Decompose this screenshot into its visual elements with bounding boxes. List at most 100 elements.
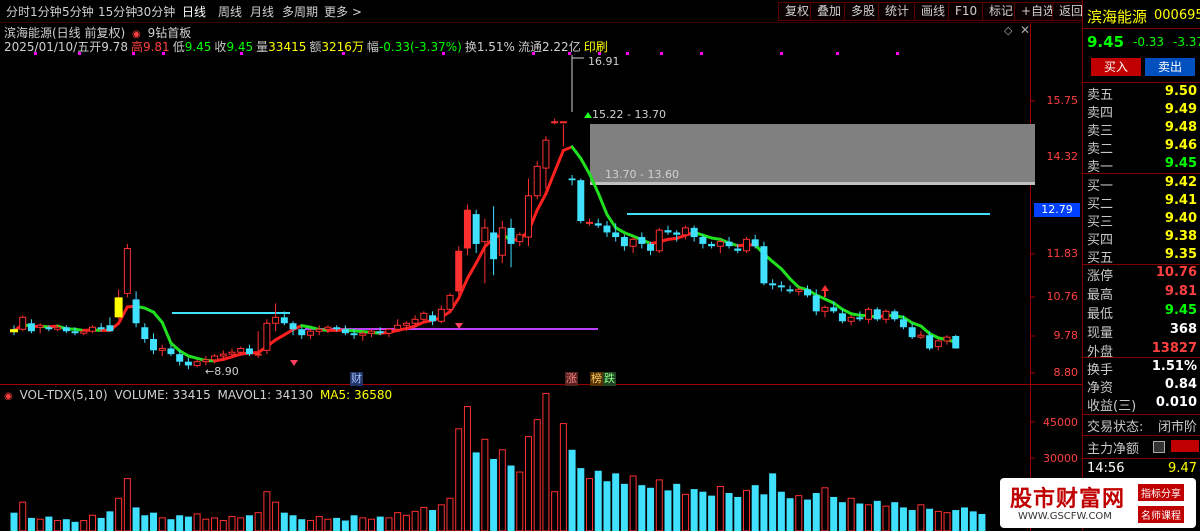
volume-bar — [289, 515, 297, 531]
signal-candle — [114, 297, 123, 318]
volume-bar — [978, 513, 986, 531]
candle-body — [838, 313, 846, 322]
candle-body — [429, 315, 437, 322]
float-value: 2.22亿 — [541, 40, 581, 54]
diamond-icon[interactable]: ◇ — [1004, 24, 1012, 37]
tab-6[interactable]: 周线 — [218, 3, 242, 20]
candle-body — [402, 322, 410, 326]
limit-down-marker[interactable]: 跌 — [603, 372, 616, 386]
candle-body — [812, 295, 820, 312]
toolbar-button-4[interactable]: 画线 — [914, 2, 953, 21]
candle-body — [341, 329, 349, 334]
net-flow-row[interactable]: 主力净额 — [1087, 438, 1199, 457]
tab-1[interactable]: 1分钟 — [30, 3, 62, 20]
net-flow-icon[interactable] — [1153, 441, 1165, 453]
candle-body — [943, 336, 951, 342]
toolbar-button-2[interactable]: 多股 — [844, 2, 883, 21]
candle-body — [559, 121, 567, 124]
tick-time: 14:56 — [1087, 461, 1125, 476]
ask-row: 卖五 9.50 — [1087, 84, 1199, 103]
volume-bar — [10, 512, 18, 531]
candle-body — [655, 229, 663, 252]
panel-stock-code: 000695 — [1154, 8, 1200, 23]
candle-body — [603, 225, 611, 233]
volume-bar — [786, 498, 794, 531]
vol-axis-30000: 30000 — [1043, 452, 1078, 465]
volume-bar — [891, 502, 899, 531]
tab-5[interactable]: 日线 — [182, 3, 206, 20]
ask-row: 卖四 9.49 — [1087, 102, 1199, 121]
candle-body — [777, 285, 785, 288]
volume-bar — [97, 517, 105, 531]
stat2-row-value: 0.84 — [1164, 377, 1197, 392]
volume-bar — [908, 510, 916, 531]
candle-body — [551, 121, 559, 124]
signal-dot — [626, 52, 629, 55]
candle-body — [27, 323, 35, 332]
limit-up-marker[interactable]: 涨 — [565, 372, 578, 386]
tab-2[interactable]: 5分钟 — [62, 3, 94, 20]
signal-dot — [700, 52, 703, 55]
candle-body — [742, 238, 750, 252]
bid-row: 买四 9.38 — [1087, 229, 1199, 248]
candle-body — [463, 209, 471, 249]
candle-body — [150, 339, 158, 351]
sector-tag[interactable]: 印刷 — [584, 40, 608, 54]
candle-body — [586, 221, 594, 224]
volume-bar — [594, 470, 602, 531]
stat2-row-label: 换手 — [1087, 363, 1114, 378]
candle-body — [577, 180, 585, 221]
tab-7[interactable]: 月线 — [250, 3, 274, 20]
high-annotation: 16.91 — [588, 55, 620, 68]
candle-body — [446, 294, 454, 310]
candle-body — [856, 317, 864, 320]
volume-bar — [856, 503, 864, 531]
zone-bottom-label: 13.70 - 13.60 — [605, 168, 679, 181]
vol-label: 量 — [256, 40, 269, 54]
bid-row: 买一 9.42 — [1087, 175, 1199, 194]
stat-row-label: 外盘 — [1087, 345, 1114, 360]
tab-3[interactable]: 15分钟 — [98, 3, 137, 20]
toolbar-button-1[interactable]: 叠加 — [810, 2, 849, 21]
toolbar-button-3[interactable]: 统计 — [878, 2, 917, 21]
volume-bar — [952, 510, 960, 531]
tab-4[interactable]: 30分钟 — [136, 3, 175, 20]
amt-value: 3216万 — [321, 40, 364, 54]
volume-bar — [647, 487, 655, 531]
stat-row: 涨停 10.76 — [1087, 265, 1199, 284]
candle-body — [568, 178, 576, 181]
kline-chart[interactable] — [0, 0, 1082, 531]
stat-row: 现量 368 — [1087, 322, 1199, 341]
volume-bar — [176, 515, 184, 531]
stat2-row: 换手 1.51% — [1087, 359, 1199, 378]
vol-ma5: MA5: 36580 — [319, 388, 393, 402]
ask-row-value: 9.50 — [1164, 84, 1197, 99]
ask-row-label: 卖五 — [1087, 88, 1114, 103]
candle-body — [45, 327, 53, 330]
volume-bar — [751, 485, 759, 531]
close-icon[interactable]: ✕ — [1020, 23, 1030, 37]
ask-row: 卖一 9.45 — [1087, 156, 1199, 175]
candle-body — [498, 227, 506, 256]
tab-0[interactable]: 分时 — [6, 3, 30, 20]
stat-row: 外盘 13827 — [1087, 341, 1199, 360]
period-tab-bar: 分时 1分钟 5分钟 15分钟 30分钟 日线 周线 月线 多周期 更多 > 复权 叠加 多股 统计 画线 F… — [0, 0, 1200, 23]
tab-8[interactable]: 多周期 — [282, 3, 318, 20]
stat2-row: 收益(三) 0.010 — [1087, 395, 1199, 414]
candle-body — [795, 288, 803, 292]
rank-marker[interactable]: 榜 — [590, 372, 603, 386]
bid-row-label: 买二 — [1087, 197, 1114, 212]
volume-bar — [298, 519, 306, 531]
bar-date: 2025/01/10/五 — [4, 40, 90, 54]
finance-marker[interactable]: 财 — [350, 372, 363, 386]
vol-toggle-icon[interactable]: ◉ — [4, 391, 13, 402]
buy-button[interactable]: 买入 — [1091, 58, 1141, 76]
toolbar-button-5[interactable]: F10 — [948, 2, 985, 21]
candle-body — [123, 248, 131, 294]
sell-button[interactable]: 卖出 — [1145, 58, 1195, 76]
low-label: 低 — [172, 40, 185, 54]
candle-body — [359, 332, 367, 336]
vol-indicator-name[interactable]: VOL-TDX(5,10) — [20, 388, 108, 402]
tab-9[interactable]: 更多 > — [324, 3, 362, 20]
candle-body — [237, 347, 245, 353]
